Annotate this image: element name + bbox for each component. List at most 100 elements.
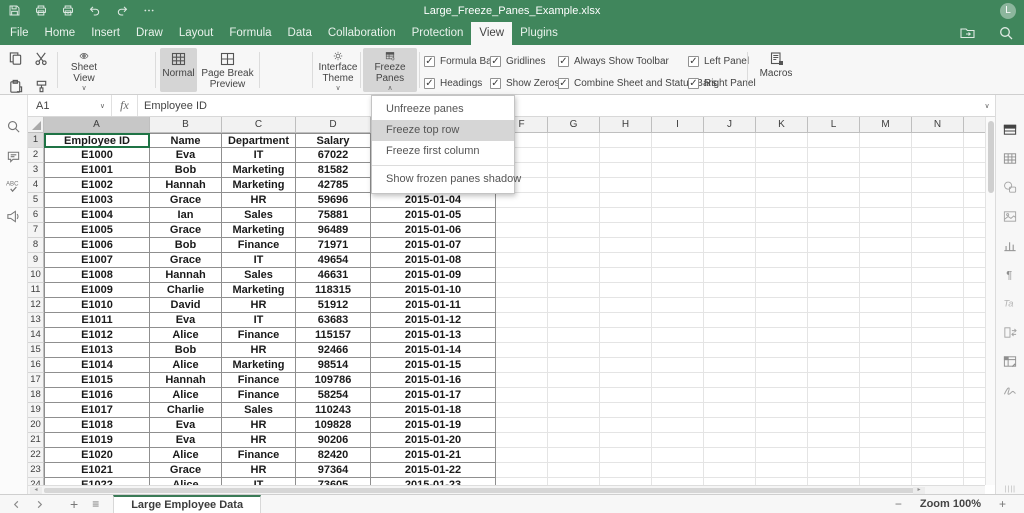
cell-C21[interactable]: HR	[222, 433, 296, 448]
cell-E8[interactable]: 2015-01-07	[371, 238, 496, 253]
cell-F18[interactable]	[496, 388, 548, 403]
cell-I7[interactable]	[652, 223, 704, 238]
cell-B2[interactable]: Eva	[150, 148, 222, 163]
menu-tab-layout[interactable]: Layout	[171, 22, 222, 45]
cell-K7[interactable]	[756, 223, 808, 238]
cell-O3[interactable]	[964, 163, 985, 178]
cell-I23[interactable]	[652, 463, 704, 478]
cell-G18[interactable]	[548, 388, 600, 403]
cell-M13[interactable]	[860, 313, 912, 328]
cell-C2[interactable]: IT	[222, 148, 296, 163]
cell-B21[interactable]: Eva	[150, 433, 222, 448]
cell-H7[interactable]	[600, 223, 652, 238]
cell-C13[interactable]: IT	[222, 313, 296, 328]
cell-L6[interactable]	[808, 208, 860, 223]
cell-F24[interactable]	[496, 478, 548, 485]
cell-O14[interactable]	[964, 328, 985, 343]
menu-item-freeze-first-column[interactable]: Freeze first column	[372, 141, 514, 162]
cell-B19[interactable]: Charlie	[150, 403, 222, 418]
shape-settings-icon[interactable]	[1002, 179, 1018, 195]
cell-I8[interactable]	[652, 238, 704, 253]
cell-M19[interactable]	[860, 403, 912, 418]
menu-item-unfreeze-panes[interactable]: Unfreeze panes	[372, 99, 514, 120]
cell-C8[interactable]: Finance	[222, 238, 296, 253]
statusbar-zoom-label[interactable]: Zoom 100%	[920, 498, 981, 510]
cell-C3[interactable]: Marketing	[222, 163, 296, 178]
cell-I13[interactable]	[652, 313, 704, 328]
cell-N20[interactable]	[912, 418, 964, 433]
sheet-list-icon[interactable]: ≡	[92, 497, 99, 511]
cell-D15[interactable]: 92466	[296, 343, 371, 358]
cell-K8[interactable]	[756, 238, 808, 253]
cell-J8[interactable]	[704, 238, 756, 253]
cell-C18[interactable]: Finance	[222, 388, 296, 403]
cell-B22[interactable]: Alice	[150, 448, 222, 463]
prev-sheet-icon[interactable]	[12, 500, 21, 509]
cell-C5[interactable]: HR	[222, 193, 296, 208]
cell-A12[interactable]: E1010	[44, 298, 150, 313]
cell-K9[interactable]	[756, 253, 808, 268]
cell-E14[interactable]: 2015-01-13	[371, 328, 496, 343]
cell-E7[interactable]: 2015-01-06	[371, 223, 496, 238]
cell-N13[interactable]	[912, 313, 964, 328]
chart-settings-icon[interactable]	[1002, 237, 1018, 253]
freeze-panes-button[interactable]: Freeze Panes ∧	[363, 48, 417, 92]
cell-O8[interactable]	[964, 238, 985, 253]
cell-J6[interactable]	[704, 208, 756, 223]
cell-O16[interactable]	[964, 358, 985, 373]
cell-K20[interactable]	[756, 418, 808, 433]
cell-N6[interactable]	[912, 208, 964, 223]
cell-M10[interactable]	[860, 268, 912, 283]
cell-E13[interactable]: 2015-01-12	[371, 313, 496, 328]
cell-E20[interactable]: 2015-01-19	[371, 418, 496, 433]
interface-theme-button[interactable]: Interface Theme ∨	[315, 48, 361, 92]
cell-H22[interactable]	[600, 448, 652, 463]
cell-E22[interactable]: 2015-01-21	[371, 448, 496, 463]
cell-B18[interactable]: Alice	[150, 388, 222, 403]
checkbox-show-zeros[interactable]: ✓Show Zeros	[490, 72, 559, 94]
cell-D6[interactable]: 75881	[296, 208, 371, 223]
cell-F23[interactable]	[496, 463, 548, 478]
cell-A1[interactable]: Employee ID	[44, 133, 150, 148]
cell-N15[interactable]	[912, 343, 964, 358]
cell-N11[interactable]	[912, 283, 964, 298]
macros-button[interactable]: Macros	[753, 48, 799, 92]
cell-H17[interactable]	[600, 373, 652, 388]
cell-D7[interactable]: 96489	[296, 223, 371, 238]
cell-D8[interactable]: 71971	[296, 238, 371, 253]
cell-O7[interactable]	[964, 223, 985, 238]
cell-L15[interactable]	[808, 343, 860, 358]
cell-I14[interactable]	[652, 328, 704, 343]
column-header-J[interactable]: J	[704, 117, 756, 133]
cell-A5[interactable]: E1003	[44, 193, 150, 208]
cell-K14[interactable]	[756, 328, 808, 343]
cell-A11[interactable]: E1009	[44, 283, 150, 298]
cell-N7[interactable]	[912, 223, 964, 238]
cell-E23[interactable]: 2015-01-22	[371, 463, 496, 478]
row-header-13[interactable]: 13	[28, 313, 44, 328]
row-header-21[interactable]: 21	[28, 433, 44, 448]
cell-F15[interactable]	[496, 343, 548, 358]
cell-A4[interactable]: E1002	[44, 178, 150, 193]
row-header-17[interactable]: 17	[28, 373, 44, 388]
column-header-I[interactable]: I	[652, 117, 704, 133]
cell-J17[interactable]	[704, 373, 756, 388]
vertical-scrollbar[interactable]	[985, 117, 995, 485]
cell-H5[interactable]	[600, 193, 652, 208]
cell-K10[interactable]	[756, 268, 808, 283]
cell-D19[interactable]: 110243	[296, 403, 371, 418]
cell-G12[interactable]	[548, 298, 600, 313]
insert-function-button[interactable]: fx	[112, 95, 138, 116]
cell-K23[interactable]	[756, 463, 808, 478]
cell-K13[interactable]	[756, 313, 808, 328]
cell-H13[interactable]	[600, 313, 652, 328]
cell-N22[interactable]	[912, 448, 964, 463]
cell-C24[interactable]: IT	[222, 478, 296, 485]
cell-D16[interactable]: 98514	[296, 358, 371, 373]
cell-I2[interactable]	[652, 148, 704, 163]
cell-M18[interactable]	[860, 388, 912, 403]
cell-D24[interactable]: 73605	[296, 478, 371, 485]
cell-M22[interactable]	[860, 448, 912, 463]
slicer-settings-icon[interactable]	[1002, 324, 1018, 340]
cell-K5[interactable]	[756, 193, 808, 208]
